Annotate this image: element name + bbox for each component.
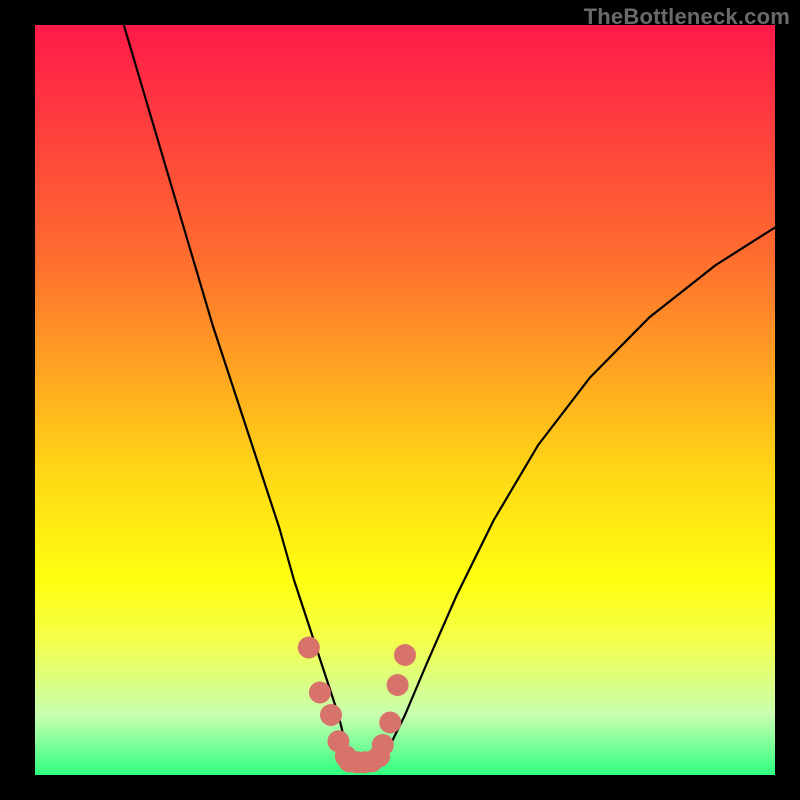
- bottleneck-curve: [124, 25, 775, 764]
- chart-svg: [35, 25, 775, 775]
- chart-plot-area: [35, 25, 775, 775]
- marker-dots: [298, 637, 416, 774]
- chart-frame: TheBottleneck.com: [0, 0, 800, 800]
- watermark-text: TheBottleneck.com: [584, 4, 790, 30]
